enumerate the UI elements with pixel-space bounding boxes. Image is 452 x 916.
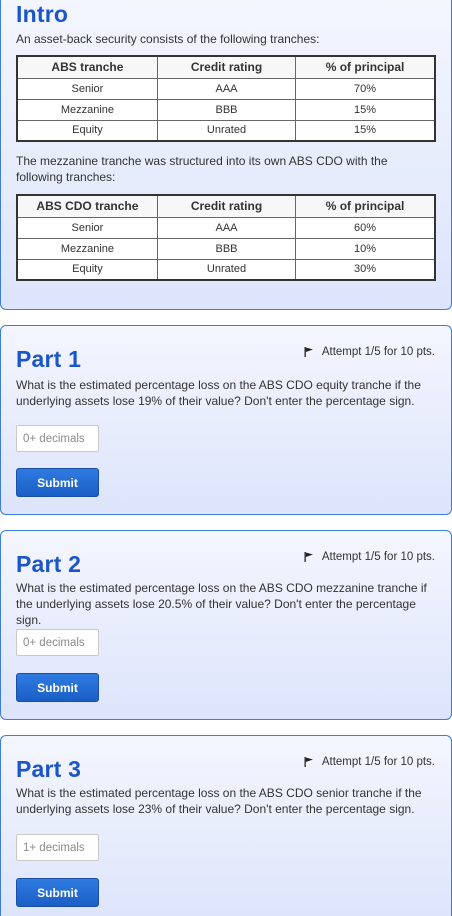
table-row: Equity Unrated 15% — [16, 119, 436, 142]
abs-cdo-tranche-table: ABS CDO tranche Credit rating % of princ… — [16, 194, 436, 281]
question-text: What is the estimated percentage loss on… — [16, 378, 421, 408]
table-row: Mezzanine BBB 15% — [16, 98, 436, 121]
table-cell: 15% — [295, 119, 436, 142]
table-header: % of principal — [295, 55, 436, 79]
table-cell: 60% — [295, 216, 436, 239]
answer-input[interactable] — [16, 425, 99, 452]
part-2-card: Part 2 Attempt 1/5 for 10 pts. What is t… — [0, 530, 452, 720]
part-1-card: Part 1 Attempt 1/5 for 10 pts. What is t… — [0, 325, 452, 515]
table-cell: Equity — [16, 258, 158, 281]
table-cell: BBB — [156, 98, 297, 121]
table-cell: Mezzanine — [16, 237, 158, 260]
abs-tranche-table: ABS tranche Credit rating % of principal… — [16, 55, 436, 142]
table-cell: 30% — [295, 258, 436, 281]
part-title: Part 1 — [16, 346, 82, 372]
question-text: What is the estimated percentage loss on… — [16, 581, 427, 627]
attempt-label: Attempt 1/5 for 10 pts. — [321, 756, 435, 768]
table-cell: AAA — [156, 77, 297, 100]
flag-icon — [304, 552, 313, 562]
submit-button[interactable]: Submit — [16, 878, 99, 907]
attempt-label: Attempt 1/5 for 10 pts. — [321, 346, 435, 358]
table-header-row: ABS CDO tranche Credit rating % of princ… — [16, 194, 436, 218]
table-header: ABS tranche — [16, 55, 158, 79]
table-cell: 15% — [295, 98, 436, 121]
question-text: What is the estimated percentage loss on… — [16, 786, 422, 816]
answer-input[interactable] — [16, 629, 99, 656]
table-header: % of principal — [295, 194, 436, 218]
part-3-card: Part 3 Attempt 1/5 for 10 pts. What is t… — [0, 735, 452, 916]
table-cell: BBB — [156, 237, 297, 260]
table-header: ABS CDO tranche — [16, 194, 158, 218]
table-row: Senior AAA 70% — [16, 77, 436, 100]
attempt-info: Attempt 1/5 for 10 pts. — [304, 346, 435, 358]
table-row: Senior AAA 60% — [16, 216, 436, 239]
attempt-info: Attempt 1/5 for 10 pts. — [304, 756, 435, 768]
table-header: Credit rating — [156, 55, 297, 79]
part-title: Part 3 — [16, 756, 82, 782]
flag-icon — [304, 347, 313, 357]
table-cell: Equity — [16, 119, 158, 142]
table-cell: AAA — [156, 216, 297, 239]
table-cell: 10% — [295, 237, 436, 260]
intro-text-2: The mezzanine tranche was structured int… — [16, 154, 388, 184]
table-header-row: ABS tranche Credit rating % of principal — [16, 55, 436, 79]
table-cell: Unrated — [156, 119, 297, 142]
table-row: Equity Unrated 30% — [16, 258, 436, 281]
intro-card: Intro An asset-back security consists of… — [0, 0, 452, 310]
intro-title: Intro — [16, 1, 69, 27]
attempt-info: Attempt 1/5 for 10 pts. — [304, 551, 435, 563]
table-cell: Unrated — [156, 258, 297, 281]
attempt-label: Attempt 1/5 for 10 pts. — [321, 551, 435, 563]
table-cell: Senior — [16, 77, 158, 100]
flag-icon — [304, 757, 313, 767]
table-cell: Senior — [16, 216, 158, 239]
table-cell: 70% — [295, 77, 436, 100]
answer-input[interactable] — [16, 834, 99, 861]
table-row: Mezzanine BBB 10% — [16, 237, 436, 260]
intro-text: An asset-back security consists of the f… — [16, 32, 320, 46]
submit-button[interactable]: Submit — [16, 673, 99, 702]
submit-button[interactable]: Submit — [16, 468, 99, 497]
table-cell: Mezzanine — [16, 98, 158, 121]
table-header: Credit rating — [156, 194, 297, 218]
part-title: Part 2 — [16, 551, 82, 577]
